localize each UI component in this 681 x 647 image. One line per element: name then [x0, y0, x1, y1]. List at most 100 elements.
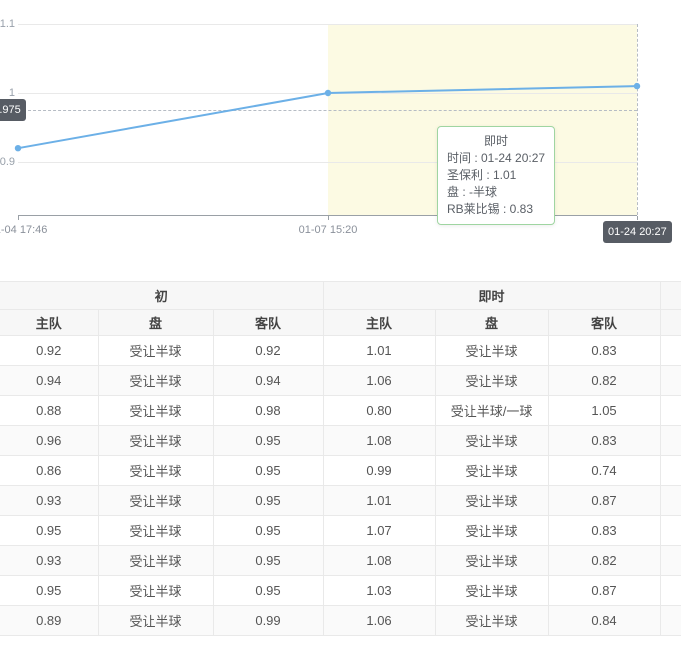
y-axis-tick-label: 1: [0, 87, 15, 99]
table-row: 0.93受让半球0.951.01受让半球0.87: [0, 486, 681, 516]
table-cell: 受让半球: [435, 366, 548, 396]
group-header-live: 即时: [323, 282, 660, 310]
tooltip-line: 圣保利 : 1.01: [447, 167, 545, 184]
table-cell: 1.01: [323, 336, 435, 366]
y-axis-pointer-badge: 0.975: [0, 99, 26, 121]
table-cell: 0.95: [213, 546, 323, 576]
y-grid-line: [18, 93, 637, 94]
table-row: 0.89受让半球0.991.06受让半球0.84: [0, 606, 681, 636]
table-cell: 受让半球: [435, 546, 548, 576]
table-cell: 0.87: [548, 576, 660, 606]
table-cell: 受让半球: [98, 426, 213, 456]
table-row: 0.86受让半球0.950.99受让半球0.74: [0, 456, 681, 486]
odds-line-chart: 1.1 1 0.9 0.975 01-04 17:46 01-07 15:20 …: [0, 0, 681, 260]
group-header-cut: [660, 282, 681, 310]
y-axis-tick-label: 1.1: [0, 18, 15, 30]
crosshair-horizontal-line: [18, 110, 637, 111]
table-row: 0.88受让半球0.980.80受让半球/一球1.05: [0, 396, 681, 426]
col-header-away-initial: 客队: [213, 310, 323, 336]
table-cell: 0.96: [0, 426, 98, 456]
table-cell: 1.08: [323, 426, 435, 456]
chart-tooltip: 即时 时间 : 01-24 20:27 圣保利 : 1.01 盘 : -半球 R…: [437, 126, 555, 225]
table-cell: 受让半球: [98, 486, 213, 516]
odds-table: 初 即时 主队 盘 客队 主队 盘 客队 0.92受让半球0.921.01受让半…: [0, 281, 681, 636]
col-header-home-live: 主队: [323, 310, 435, 336]
tooltip-line: 盘 : -半球: [447, 184, 545, 201]
col-header-home-initial: 主队: [0, 310, 98, 336]
table-cell: 受让半球: [98, 516, 213, 546]
table-row: 0.92受让半球0.921.01受让半球0.83: [0, 336, 681, 366]
table-cell: 受让半球: [98, 336, 213, 366]
x-axis-label-middle: 01-07 15:20: [278, 224, 378, 236]
odds-history-panel: 1.1 1 0.9 0.975 01-04 17:46 01-07 15:20 …: [0, 0, 681, 647]
table-cell: 受让半球/一球: [435, 396, 548, 426]
table-cell: 受让半球: [98, 546, 213, 576]
table-cell: 1.03: [323, 576, 435, 606]
table-cell: 0.98: [213, 396, 323, 426]
x-axis-pointer-badge: 01-24 20:27: [603, 221, 672, 243]
table-cell: 0.99: [213, 606, 323, 636]
table-cell: 受让半球: [98, 576, 213, 606]
table-cell: [660, 366, 681, 396]
table-cell: 1.06: [323, 366, 435, 396]
data-point-marker[interactable]: [15, 145, 21, 151]
table-cell: 0.83: [548, 426, 660, 456]
table-cell: [660, 336, 681, 366]
col-header-handicap-initial: 盘: [98, 310, 213, 336]
table-cell: 1.05: [548, 396, 660, 426]
tooltip-line: RB莱比锡 : 0.83: [447, 201, 545, 218]
table-row: 0.95受让半球0.951.07受让半球0.83: [0, 516, 681, 546]
col-header-handicap-live: 盘: [435, 310, 548, 336]
table-cell: 0.95: [213, 516, 323, 546]
table-cell: 0.95: [0, 516, 98, 546]
table-cell: 1.01: [323, 486, 435, 516]
table-cell: [660, 426, 681, 456]
table-cell: 受让半球: [435, 516, 548, 546]
table-cell: 0.93: [0, 546, 98, 576]
table-cell: 0.95: [213, 456, 323, 486]
odds-table-wrap: 初 即时 主队 盘 客队 主队 盘 客队 0.92受让半球0.921.01受让半…: [0, 281, 681, 636]
table-cell: 0.88: [0, 396, 98, 426]
col-header-away-live: 客队: [548, 310, 660, 336]
x-axis-tick: [328, 216, 329, 220]
table-cell: 0.86: [0, 456, 98, 486]
table-cell: 0.89: [0, 606, 98, 636]
table-cell: 0.83: [548, 336, 660, 366]
table-cell: 受让半球: [98, 396, 213, 426]
table-cell: 受让半球: [435, 606, 548, 636]
table-cell: 0.95: [213, 426, 323, 456]
table-cell: 受让半球: [98, 606, 213, 636]
table-cell: [660, 606, 681, 636]
table-group-header-row: 初 即时: [0, 282, 681, 310]
table-cell: 0.92: [213, 336, 323, 366]
table-row: 0.95受让半球0.951.03受让半球0.87: [0, 576, 681, 606]
crosshair-vertical-line: [637, 24, 638, 215]
table-cell: 受让半球: [435, 576, 548, 606]
table-cell: 0.83: [548, 516, 660, 546]
table-cell: 0.84: [548, 606, 660, 636]
x-axis-label-start: 01-04 17:46: [0, 224, 68, 236]
y-axis-tick-label: 0.9: [0, 156, 15, 168]
x-axis-tick: [18, 216, 19, 220]
x-axis-tick: [637, 216, 638, 220]
table-cell: 1.06: [323, 606, 435, 636]
table-cell: 0.94: [0, 366, 98, 396]
table-cell: [660, 546, 681, 576]
table-cell: 受让半球: [98, 456, 213, 486]
table-cell: [660, 516, 681, 546]
table-cell: 1.07: [323, 516, 435, 546]
table-cell: 0.80: [323, 396, 435, 426]
table-cell: [660, 576, 681, 606]
table-cell: 0.93: [0, 486, 98, 516]
col-header-cut: [660, 310, 681, 336]
tooltip-line: 时间 : 01-24 20:27: [447, 150, 545, 167]
group-header-initial: 初: [0, 282, 323, 310]
table-cell: 受让半球: [435, 426, 548, 456]
table-cell: 0.92: [0, 336, 98, 366]
table-cell: [660, 456, 681, 486]
tooltip-title: 即时: [447, 133, 545, 150]
table-cell: 受让半球: [98, 366, 213, 396]
table-cell: 受让半球: [435, 456, 548, 486]
table-cell: 0.94: [213, 366, 323, 396]
table-cell: 0.74: [548, 456, 660, 486]
